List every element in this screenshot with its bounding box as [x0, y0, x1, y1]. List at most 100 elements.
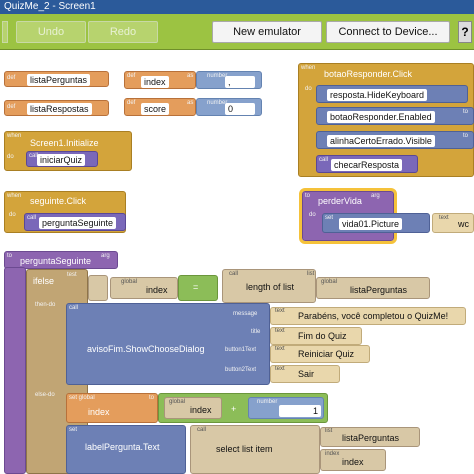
- perguntaSeguinte-name[interactable]: perguntaSeguinte: [17, 255, 94, 267]
- set-label: set: [69, 427, 78, 433]
- add-get-index[interactable]: global index: [164, 397, 222, 419]
- title-text-block[interactable]: text Fim do Quiz: [270, 327, 362, 345]
- showChooseDialog-label: avisoFim.ShowChooseDialog: [87, 344, 205, 354]
- responder-stmt-1[interactable]: resposta.HideKeyboard: [316, 85, 468, 103]
- arg-label: arg: [101, 253, 110, 259]
- perguntaSeguinte-proc[interactable]: perguntaSeguinte: [39, 217, 117, 229]
- index-value[interactable]: ,: [225, 76, 255, 88]
- score-value[interactable]: 0: [225, 103, 255, 115]
- vida01-text-value[interactable]: wc: [455, 217, 469, 231]
- help-button[interactable]: ?: [458, 21, 472, 43]
- responder-stmt-2[interactable]: botaoResponder.Enabled to: [316, 107, 474, 125]
- set-index-var[interactable]: index: [85, 406, 113, 418]
- when-label: when: [301, 65, 316, 71]
- undo-button[interactable]: Undo: [16, 21, 86, 43]
- text-label: text: [275, 308, 285, 314]
- message-text-block[interactable]: text Parabéns, você completou o QuizMe!: [270, 307, 466, 325]
- list-label: list: [325, 428, 333, 434]
- length-of-list-block[interactable]: call length of list list: [222, 269, 316, 303]
- set-global-index-block[interactable]: set global index to: [66, 393, 158, 423]
- global-label: global: [121, 279, 138, 285]
- listaRespostas-name[interactable]: listaRespostas: [27, 103, 92, 115]
- button1-text-value[interactable]: Reiniciar Quiz: [295, 347, 354, 361]
- as-label: as: [187, 73, 194, 79]
- call-label: call: [27, 215, 37, 221]
- arg-label: arg: [371, 193, 380, 199]
- def-label: def: [7, 104, 16, 110]
- when-label: when: [7, 133, 22, 139]
- select-listaPerguntas-var[interactable]: listaPerguntas: [339, 431, 399, 445]
- index-number-block[interactable]: number ,: [196, 71, 262, 89]
- call-perguntaSeguinte-block[interactable]: call perguntaSeguinte: [24, 213, 126, 231]
- test-listaPerguntas-var[interactable]: listaPerguntas: [347, 283, 407, 297]
- responder-stmt-3[interactable]: alinhaCertoErrado.Visible to: [316, 131, 474, 149]
- iniciarQuiz-proc[interactable]: iniciarQuiz: [37, 154, 86, 166]
- to-label: to: [149, 395, 155, 401]
- set-vida01-picture[interactable]: set vida01.Picture: [322, 213, 430, 233]
- select-index-var[interactable]: index: [339, 455, 364, 469]
- button1-text-block[interactable]: text Reiniciar Quiz: [270, 345, 370, 363]
- stmt-hidekeyboard[interactable]: resposta.HideKeyboard: [327, 89, 428, 101]
- length-of-list-label: length of list: [246, 282, 295, 292]
- seguinte-click-label: seguinte.Click: [30, 196, 87, 206]
- listaPerguntas-name[interactable]: listaPerguntas: [27, 74, 91, 86]
- vida01-picture-prop[interactable]: vida01.Picture: [339, 218, 403, 230]
- call-label: call: [69, 305, 79, 311]
- def-score-block[interactable]: def score as: [124, 98, 196, 116]
- perderVida-name[interactable]: perderVida: [315, 195, 365, 207]
- set-label: set: [325, 215, 334, 221]
- index-name[interactable]: index: [141, 76, 169, 88]
- index-label: index: [325, 451, 340, 457]
- button2-label: button2Text: [225, 367, 257, 373]
- stmt-visible[interactable]: alinhaCertoErrado.Visible: [327, 135, 435, 147]
- then-label: then-do: [35, 302, 56, 308]
- perguntaSeguinte-body: [4, 267, 26, 474]
- add-index-var[interactable]: index: [187, 403, 212, 417]
- responder-stmt-4[interactable]: call checarResposta: [316, 155, 418, 173]
- connect-device-button[interactable]: Connect to Device...: [326, 21, 450, 43]
- to-label: to: [7, 253, 13, 259]
- toolbar-left-edge: [2, 21, 8, 43]
- blocks-workspace[interactable]: def listaPerguntas def listaRespostas de…: [0, 51, 474, 474]
- button2-text-value[interactable]: Sair: [295, 367, 314, 381]
- number-one-value[interactable]: 1: [279, 405, 321, 417]
- do-label: do: [309, 212, 316, 218]
- global-label: global: [321, 279, 338, 285]
- def-listaPerguntas-block[interactable]: def listaPerguntas: [4, 71, 109, 87]
- call-iniciarQuiz-block[interactable]: call iniciarQuiz: [26, 151, 98, 167]
- screen1-initialize-label: Screen1.Initialize: [30, 138, 99, 148]
- vida01-text-block[interactable]: text wc: [432, 213, 474, 233]
- text-label: text: [275, 328, 285, 334]
- score-name[interactable]: score: [141, 103, 170, 115]
- showChooseDialog-block[interactable]: call avisoFim.ShowChooseDialog message t…: [66, 303, 270, 385]
- stmt-checarResposta[interactable]: checarResposta: [331, 159, 403, 171]
- text-label: text: [275, 366, 285, 372]
- stmt-enabled[interactable]: botaoResponder.Enabled: [327, 111, 435, 123]
- set-labelPergunta-text-block[interactable]: set labelPergunta.Text: [66, 425, 186, 474]
- plus-op: +: [231, 404, 237, 414]
- def-listaRespostas-block[interactable]: def listaRespostas: [4, 100, 109, 116]
- select-list-item-block[interactable]: call select list item: [190, 425, 320, 474]
- window-title: QuizMe_2 - Screen1: [0, 0, 474, 14]
- score-number-block[interactable]: number 0: [196, 98, 262, 116]
- title-text-value[interactable]: Fim do Quiz: [295, 329, 347, 343]
- equals-left-edge: [88, 275, 108, 301]
- add-number-one[interactable]: number 1: [248, 397, 324, 419]
- redo-button[interactable]: Redo: [88, 21, 158, 43]
- set-global-label: set global: [69, 395, 95, 401]
- equals-block[interactable]: =: [178, 275, 218, 301]
- botaoResponder-click-label: botaoResponder.Click: [324, 69, 413, 79]
- ifelse-label: ifelse: [33, 276, 55, 286]
- button2-text-block[interactable]: text Sair: [270, 365, 340, 383]
- select-list-arg[interactable]: list listaPerguntas: [320, 427, 420, 447]
- test-index-var[interactable]: index: [143, 283, 168, 297]
- get-global-index[interactable]: global index: [110, 277, 178, 299]
- get-global-listaPerguntas[interactable]: global listaPerguntas: [316, 277, 430, 299]
- new-emulator-button[interactable]: New emulator: [212, 21, 322, 43]
- call-label: call: [229, 271, 239, 277]
- global-label: global: [169, 399, 186, 405]
- message-text-value[interactable]: Parabéns, você completou o QuizMe!: [295, 309, 448, 323]
- to-label: to: [305, 193, 311, 199]
- select-index-arg[interactable]: index index: [320, 449, 386, 471]
- def-index-block[interactable]: def index as: [124, 71, 196, 89]
